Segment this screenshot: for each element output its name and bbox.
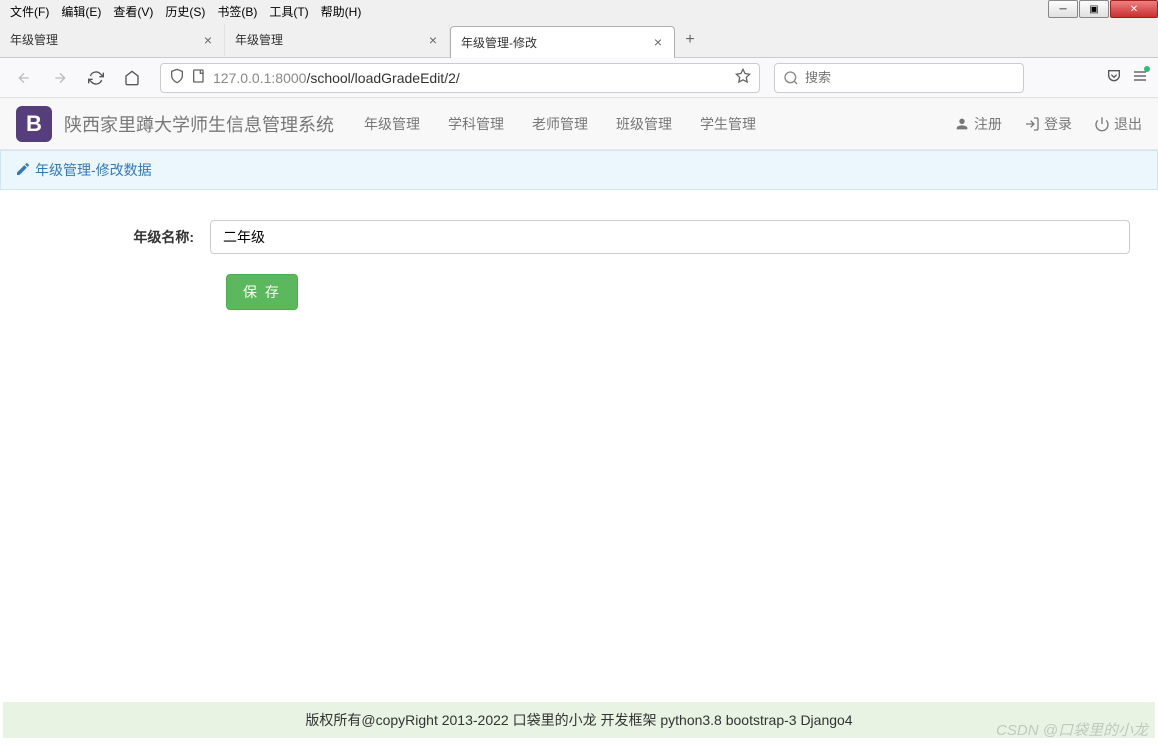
nav-subject[interactable]: 学科管理: [448, 114, 504, 134]
search-input[interactable]: [805, 70, 1015, 85]
close-tab-icon[interactable]: ×: [202, 32, 214, 48]
reload-button[interactable]: [82, 64, 110, 92]
nav-student[interactable]: 学生管理: [700, 114, 756, 134]
tab-1[interactable]: 年级管理 ×: [0, 24, 225, 56]
save-button[interactable]: 保 存: [226, 274, 298, 310]
menu-file[interactable]: 文件(F): [4, 1, 55, 22]
menu-edit[interactable]: 编辑(E): [55, 1, 107, 22]
nav-grade[interactable]: 年级管理: [364, 114, 420, 134]
pencil-icon: [15, 161, 31, 180]
tab-title: 年级管理: [235, 31, 427, 48]
menu-tools[interactable]: 工具(T): [263, 1, 314, 22]
menu-help[interactable]: 帮助(H): [315, 1, 368, 22]
reload-icon: [88, 70, 104, 86]
forward-button[interactable]: [46, 64, 74, 92]
page-navbar: B 陕西家里蹲大学师生信息管理系统 年级管理 学科管理 老师管理 班级管理 学生…: [0, 98, 1158, 150]
close-window-button[interactable]: ✕: [1110, 0, 1158, 18]
bookmark-star-icon[interactable]: [735, 68, 751, 87]
logout-link[interactable]: 退出: [1094, 114, 1142, 134]
arrow-right-icon: [52, 70, 68, 86]
close-tab-icon[interactable]: ×: [652, 34, 664, 50]
address-bar: 127.0.0.1:8000/school/loadGradeEdit/2/: [0, 58, 1158, 98]
window-controls: ─ ▣ ✕: [1047, 0, 1158, 20]
home-button[interactable]: [118, 64, 146, 92]
user-icon: [954, 116, 970, 132]
nav-links: 年级管理 学科管理 老师管理 班级管理 学生管理: [364, 114, 756, 134]
home-icon: [124, 70, 140, 86]
tab-title: 年级管理: [10, 31, 202, 48]
close-tab-icon[interactable]: ×: [427, 32, 439, 48]
search-icon: [783, 70, 799, 86]
arrow-left-icon: [16, 70, 32, 86]
right-nav: 注册 登录 退出: [954, 114, 1142, 134]
grade-name-input[interactable]: [210, 220, 1130, 254]
form-area: 年级名称: 保 存: [0, 190, 1158, 340]
url-box[interactable]: 127.0.0.1:8000/school/loadGradeEdit/2/: [160, 63, 760, 93]
tab-title: 年级管理-修改: [461, 34, 652, 51]
login-link[interactable]: 登录: [1024, 114, 1072, 134]
breadcrumb: 年级管理-修改数据: [0, 150, 1158, 190]
power-icon: [1094, 116, 1110, 132]
back-button[interactable]: [10, 64, 38, 92]
menu-bar: 文件(F) 编辑(E) 查看(V) 历史(S) 书签(B) 工具(T) 帮助(H…: [0, 0, 1158, 22]
breadcrumb-text: 年级管理-修改数据: [35, 160, 152, 180]
register-link[interactable]: 注册: [954, 114, 1002, 134]
watermark: CSDN @口袋里的小龙: [996, 719, 1148, 740]
nav-class[interactable]: 班级管理: [616, 114, 672, 134]
page-icon[interactable]: [191, 68, 207, 87]
nav-teacher[interactable]: 老师管理: [532, 114, 588, 134]
tab-3-active[interactable]: 年级管理-修改 ×: [450, 26, 675, 58]
brand-text: 陕西家里蹲大学师生信息管理系统: [64, 111, 334, 137]
maximize-button[interactable]: ▣: [1079, 0, 1109, 18]
new-tab-button[interactable]: +: [675, 31, 705, 49]
menu-icon[interactable]: [1132, 68, 1148, 87]
menu-bookmarks[interactable]: 书签(B): [211, 1, 263, 22]
grade-name-label: 年级名称:: [20, 227, 210, 247]
pocket-icon[interactable]: [1106, 68, 1122, 87]
login-icon: [1024, 116, 1040, 132]
menu-view[interactable]: 查看(V): [107, 1, 159, 22]
brand-logo[interactable]: B: [16, 106, 52, 142]
search-box[interactable]: [774, 63, 1024, 93]
copyright-text: 版权所有@copyRight 2013-2022 口袋里的小龙 开发框架 pyt…: [305, 710, 852, 730]
menu-history[interactable]: 历史(S): [159, 1, 211, 22]
url-text: 127.0.0.1:8000/school/loadGradeEdit/2/: [213, 70, 460, 86]
tab-2[interactable]: 年级管理 ×: [225, 24, 450, 56]
tab-bar: 年级管理 × 年级管理 × 年级管理-修改 × +: [0, 22, 1158, 58]
minimize-button[interactable]: ─: [1048, 0, 1078, 18]
shield-icon[interactable]: [169, 68, 185, 87]
footer: 版权所有@copyRight 2013-2022 口袋里的小龙 开发框架 pyt…: [3, 702, 1155, 738]
